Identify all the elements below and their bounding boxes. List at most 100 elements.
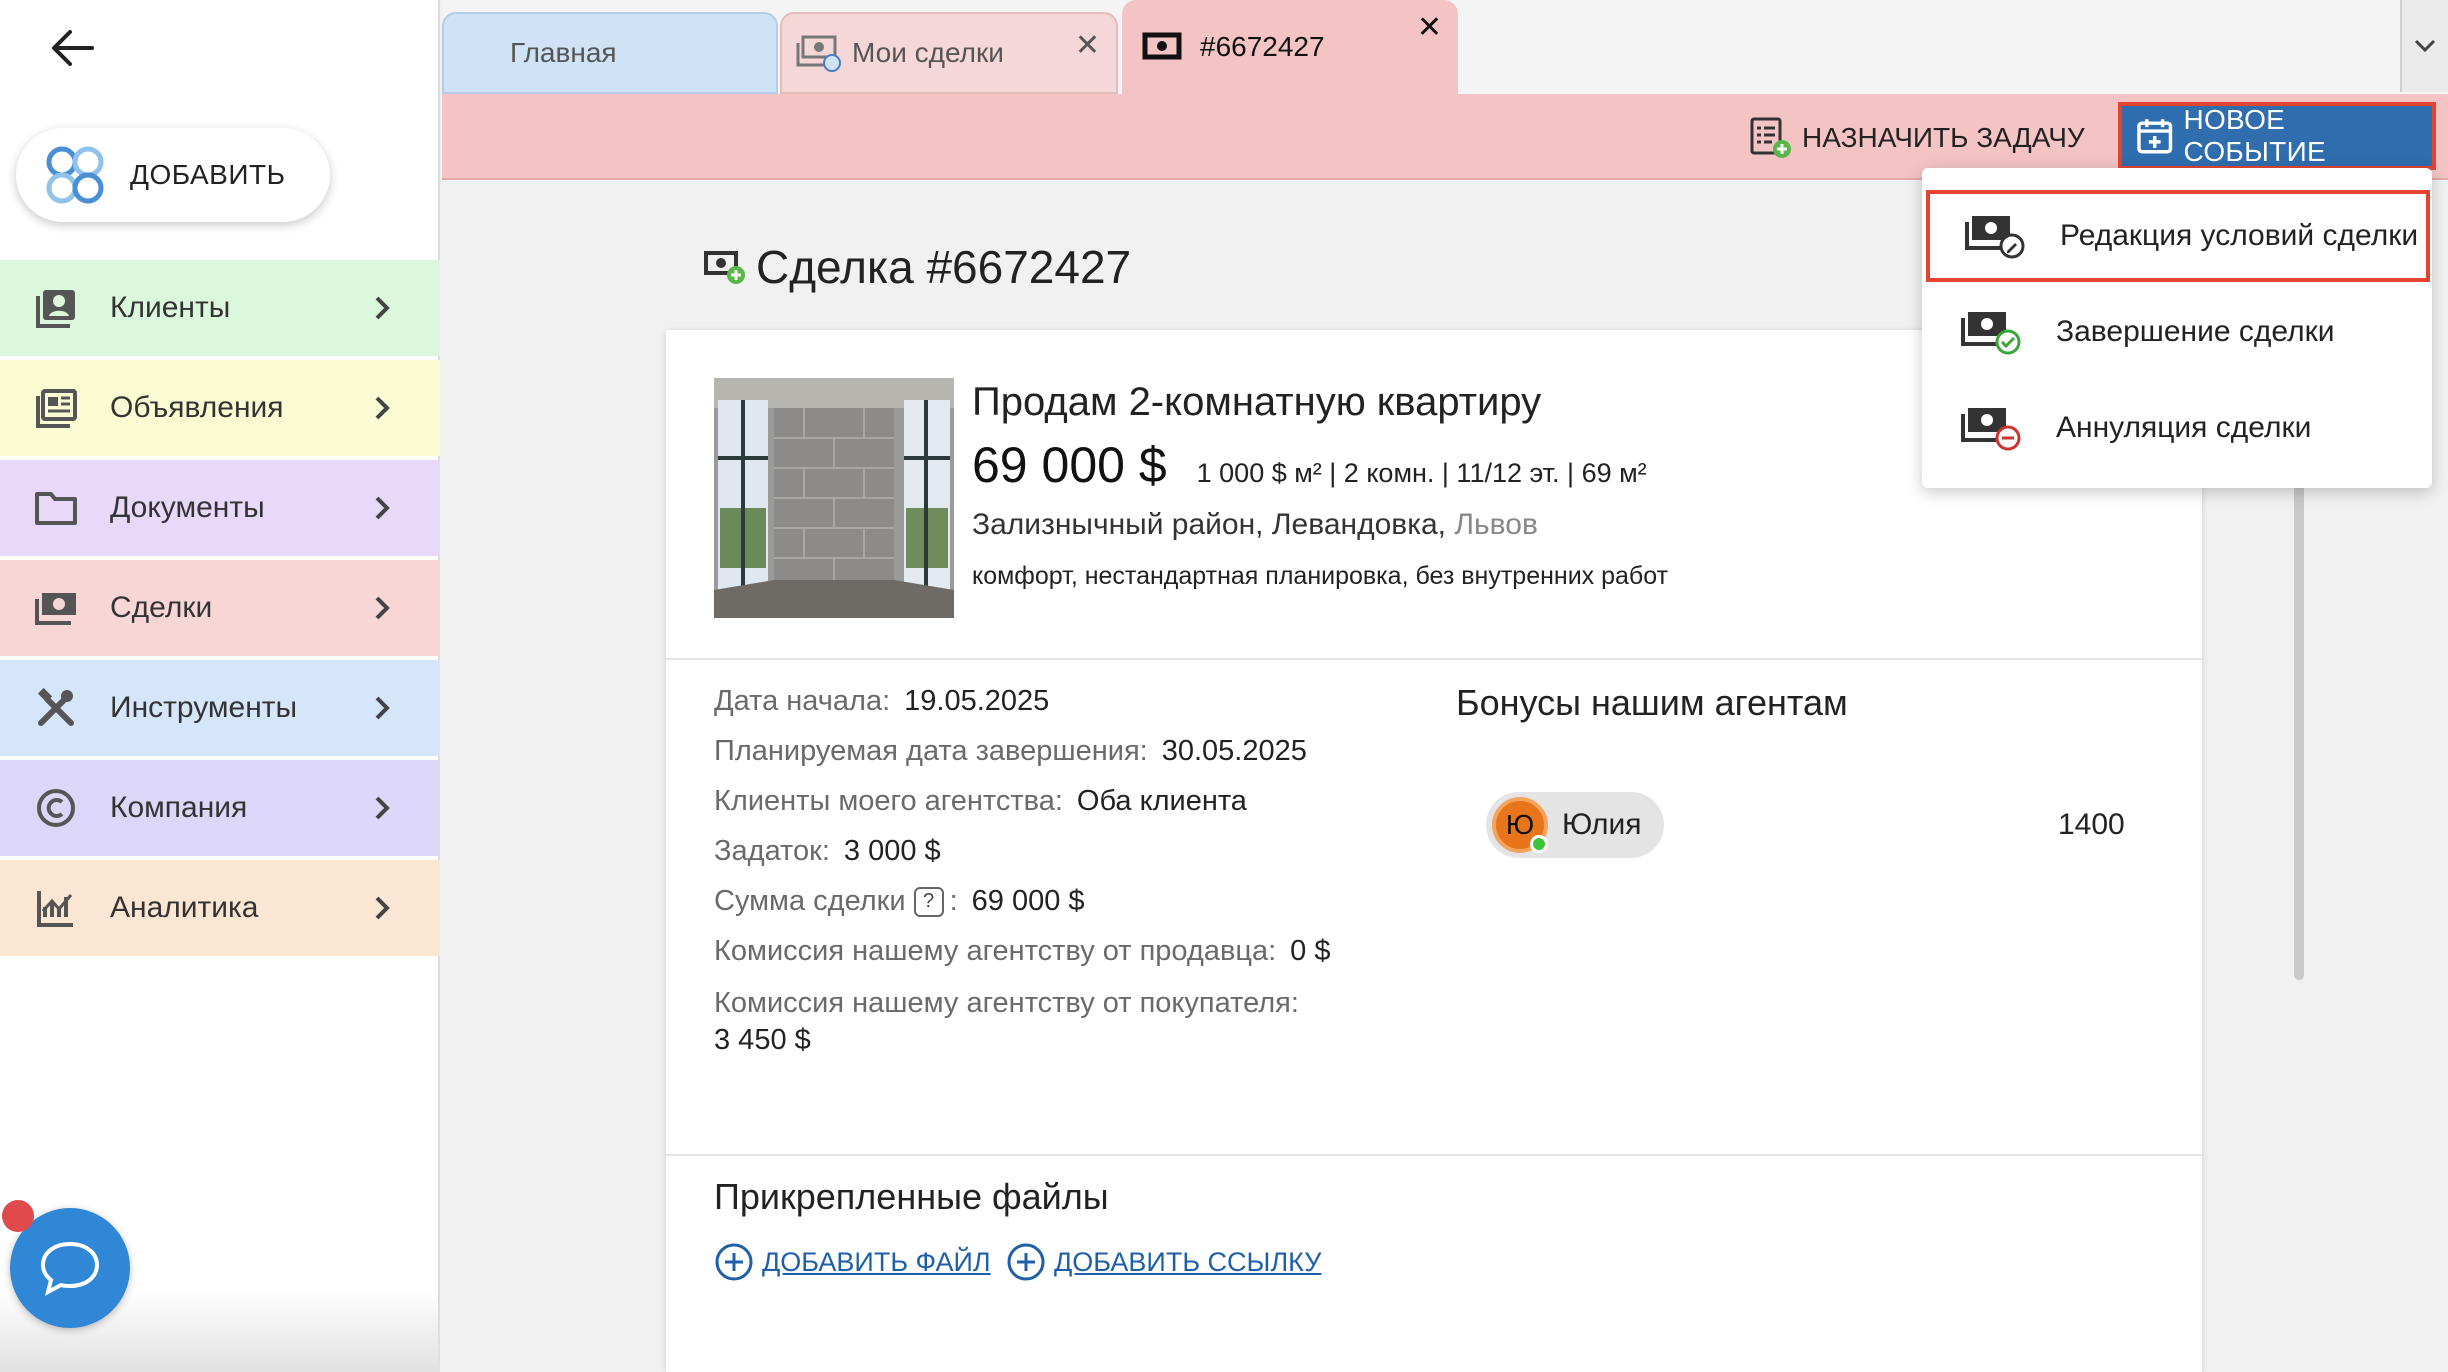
seller-commission-row: Комиссия нашему агентству от продавца: 0… <box>714 935 1414 968</box>
close-icon[interactable]: ✕ <box>1417 10 1442 45</box>
tab-home[interactable]: Главная <box>442 12 778 94</box>
deal-sum-row: Сумма сделки ? : 69 000 $ <box>714 885 1414 918</box>
deal-add-icon <box>704 251 745 284</box>
listing-address: Зализнычный район, Левандовка, Львов <box>972 508 1538 542</box>
chevron-right-icon <box>375 296 390 320</box>
chevron-right-icon <box>375 596 390 620</box>
help-icon[interactable]: ? <box>913 886 944 917</box>
chat-icon <box>40 1241 100 1296</box>
clients-icon <box>34 286 78 330</box>
plus-circle-icon <box>1007 1243 1045 1281</box>
menu-item-edit-deal-terms[interactable]: Редакция условий сделки <box>1926 190 2430 282</box>
sidebar-item-tools[interactable]: Инструменты <box>0 660 440 756</box>
sidebar-nav: Клиенты Объявления Документы Сделки Инст… <box>0 260 440 960</box>
complete-deal-icon <box>1961 312 2021 355</box>
assign-task-label: НАЗНАЧИТЬ ЗАДАЧУ <box>1802 122 2085 153</box>
arrow-left-icon <box>52 30 94 66</box>
analytics-icon <box>34 886 78 930</box>
copyright-icon <box>34 786 78 830</box>
sidebar-item-label: Сделки <box>110 591 213 624</box>
calendar-add-icon <box>2137 119 2173 154</box>
deal-sum-label: Сумма сделки <box>714 885 906 917</box>
new-event-label: НОВОЕ СОБЫТИЕ <box>2183 104 2326 167</box>
planned-date-value: 30.05.2025 <box>1161 735 1307 767</box>
add-file-label: ДОБАВИТЬ ФАЙЛ <box>762 1246 991 1277</box>
chevron-right-icon <box>375 796 390 820</box>
agency-clients-label: Клиенты моего агентства: <box>714 785 1063 817</box>
tab-label: Мои сделки <box>852 37 1004 68</box>
divider <box>666 1154 2202 1156</box>
deal-info: Дата начала: 19.05.2025 Планируемая дата… <box>714 685 1414 1076</box>
new-event-button[interactable]: НОВОЕ СОБЫТИЕ <box>2118 102 2436 170</box>
edit-deal-icon <box>1965 216 2025 259</box>
sidebar-item-documents[interactable]: Документы <box>0 460 440 556</box>
start-date-row: Дата начала: 19.05.2025 <box>714 685 1414 718</box>
tab-deal-6672427[interactable]: #6672427 ✕ <box>1122 0 1458 94</box>
start-date-label: Дата начала: <box>714 685 891 717</box>
add-button[interactable]: ДОБАВИТЬ <box>16 128 330 222</box>
add-file-link[interactable]: ДОБАВИТЬ ФАЙЛ <box>714 1242 991 1282</box>
notification-dot <box>2 1200 34 1232</box>
deals-money-icon <box>1142 32 1182 60</box>
avatar: Ю <box>1492 797 1548 853</box>
deal-title: Сделка #6672427 <box>756 241 1132 293</box>
sidebar-item-label: Клиенты <box>110 291 231 324</box>
listing-price-row: 69 000 $ 1 000 $ м² | 2 комн. | 11/12 эт… <box>972 436 1647 494</box>
sidebar-item-company[interactable]: Компания <box>0 760 440 856</box>
sidebar-item-deals[interactable]: Сделки <box>0 560 440 656</box>
tab-label: #6672427 <box>1200 31 1325 62</box>
chevron-right-icon <box>375 896 390 920</box>
listing-photo[interactable] <box>714 378 954 618</box>
back-button[interactable] <box>44 24 100 72</box>
listing-title[interactable]: Продам 2-комнатную квартиру <box>972 380 1541 425</box>
task-add-icon <box>1750 117 1791 158</box>
add-link-link[interactable]: ДОБАВИТЬ ССЫЛКУ <box>1006 1242 1321 1282</box>
agent-chip[interactable]: Ю Юлия <box>1486 792 1664 858</box>
plus-circle-icon <box>715 1243 753 1281</box>
deal-sum-value: 69 000 $ <box>971 885 1085 917</box>
agency-clients-value: Оба клиента <box>1076 785 1247 817</box>
tabs-overflow-button[interactable] <box>2400 0 2448 92</box>
agent-bonus-amount: 1400 <box>2058 808 2125 841</box>
seller-commission-value: 0 $ <box>1290 935 1331 967</box>
tools-icon <box>34 686 78 730</box>
menu-item-label: Аннуляция сделки <box>2056 411 2312 444</box>
chevron-right-icon <box>375 396 390 420</box>
menu-item-label: Редакция условий сделки <box>2060 219 2419 252</box>
agent-initial: Ю <box>1505 809 1535 840</box>
menu-item-complete-deal[interactable]: Завершение сделки <box>1922 286 2432 378</box>
attached-files-title: Прикрепленные файлы <box>714 1176 1109 1217</box>
sidebar-item-label: Документы <box>110 491 265 524</box>
sidebar-item-label: Объявления <box>110 391 284 424</box>
menu-item-label: Завершение сделки <box>2056 315 2335 348</box>
add-button-label: ДОБАВИТЬ <box>130 159 286 190</box>
buyer-commission-value: 3 450 $ <box>714 1024 811 1056</box>
chevron-down-icon <box>2414 39 2436 53</box>
assign-task-button[interactable]: НАЗНАЧИТЬ ЗАДАЧУ <box>1748 114 2085 162</box>
close-icon[interactable]: ✕ <box>1075 28 1100 63</box>
sidebar-item-label: Инструменты <box>110 691 298 724</box>
tab-bar: Главная Мои сделки ✕ #6672427 ✕ <box>442 0 2448 94</box>
folder-icon <box>34 486 78 530</box>
sidebar-item-listings[interactable]: Объявления <box>0 360 440 456</box>
start-date-value: 19.05.2025 <box>904 685 1050 717</box>
sidebar-item-clients[interactable]: Клиенты <box>0 260 440 356</box>
menu-item-cancel-deal[interactable]: Аннуляция сделки <box>1922 382 2432 474</box>
planned-date-label: Планируемая дата завершения: <box>714 735 1148 767</box>
tab-my-deals[interactable]: Мои сделки ✕ <box>780 12 1118 94</box>
sidebar: ДОБАВИТЬ Клиенты Объявления Документы Сд… <box>0 0 440 1372</box>
deal-sum-colon: : <box>949 885 958 917</box>
chevron-right-icon <box>375 496 390 520</box>
listing-city: Львов <box>1454 508 1538 541</box>
new-event-menu: Редакция условий сделки Завершение сделк… <box>1922 168 2432 488</box>
page-title: Сделка #6672427 <box>702 240 1131 294</box>
deals-money-icon <box>34 586 78 630</box>
deposit-row: Задаток: 3 000 $ <box>714 835 1414 868</box>
deposit-value: 3 000 $ <box>843 835 941 867</box>
app-logo-icon <box>46 146 104 204</box>
sidebar-item-analytics[interactable]: Аналитика <box>0 860 440 956</box>
listing-specs: 1 000 $ м² | 2 комн. | 11/12 эт. | 69 м² <box>1196 458 1647 488</box>
tab-label: Главная <box>510 37 617 68</box>
cancel-deal-icon <box>1961 408 2021 451</box>
agent-bonus-title: Бонусы нашим агентам <box>1456 682 1848 723</box>
